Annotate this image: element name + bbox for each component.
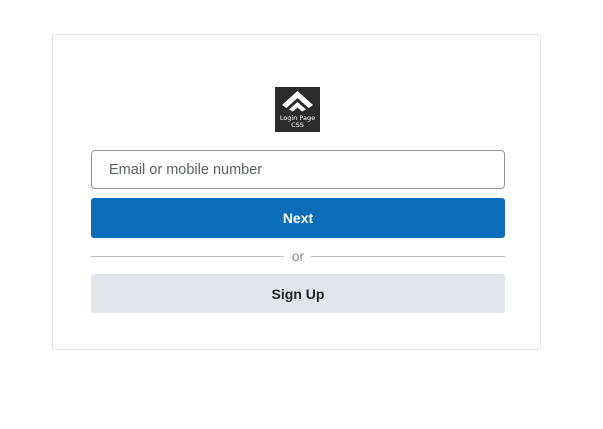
- login-page: Login Page CSS Next or Sign Up: [0, 0, 603, 429]
- email-input[interactable]: [91, 150, 505, 189]
- login-card: Login Page CSS Next or Sign Up: [52, 34, 541, 350]
- or-divider: or: [91, 247, 505, 265]
- logo-text-line2: CSS: [291, 121, 304, 129]
- sign-up-button[interactable]: Sign Up: [91, 274, 505, 313]
- next-button[interactable]: Next: [91, 198, 505, 238]
- divider-line-right: [311, 256, 505, 257]
- site-logo: Login Page CSS: [275, 87, 320, 132]
